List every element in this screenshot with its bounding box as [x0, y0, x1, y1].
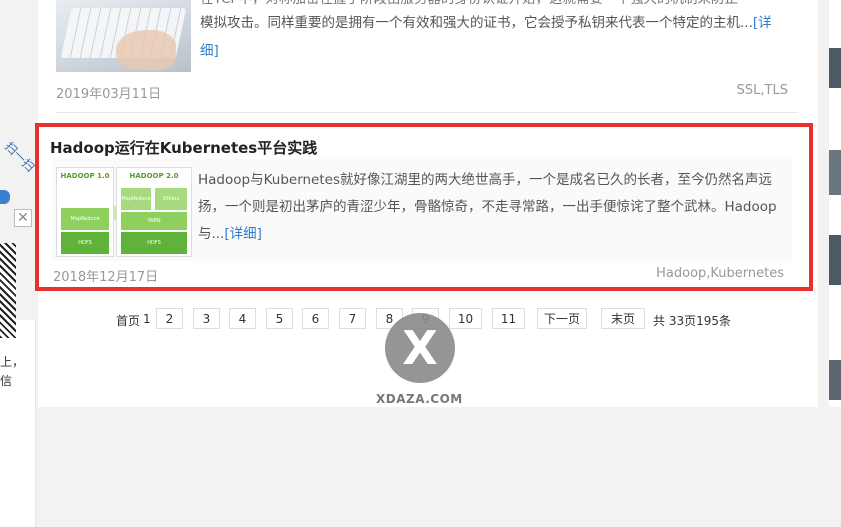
last-page-button[interactable]: 末页	[601, 308, 645, 329]
article-summary: Hadoop与Kubernetes就好像江湖里的两大绝世高手，一个是成名已久的长…	[198, 167, 784, 248]
page-link-6[interactable]: 6	[302, 308, 329, 329]
left-widget-panel	[0, 320, 36, 527]
next-page-button[interactable]: 下一页	[537, 308, 587, 329]
scan-label: 扫一扫	[1, 139, 38, 175]
hand-image	[116, 30, 176, 70]
hadoop2-header: HADOOP 2.0	[129, 172, 179, 180]
hadoop1-hdfs-block: HDFS	[61, 232, 109, 254]
hadoop1-diagram: HADOOP 1.0 MapReduce HDFS	[56, 167, 114, 257]
article-thumbnail[interactable]: HADOOP 1.0 MapReduce HDFS HADOOP 2.0 Map…	[56, 167, 192, 257]
user-icon	[0, 190, 10, 204]
prev-summary-line-3: 细]	[200, 38, 219, 65]
prev-summary-line-2: 模拟攻击。同样重要的是拥有一个有效和强大的证书，它会授予私钥来代表一个特定的主机…	[200, 10, 772, 37]
page-link-5[interactable]: 5	[266, 308, 293, 329]
read-more-link[interactable]: [详细]	[224, 226, 262, 242]
prev-article-date: 2019年03月11日	[56, 87, 162, 102]
prev-summary-text: 模拟攻击。同样重要的是拥有一个有效和强大的证书，它会授予私钥来代表一个特定的主机…	[200, 15, 753, 31]
page-link-11[interactable]: 11	[492, 308, 525, 329]
hadoop2-mapreduce-block: MapReduce	[121, 188, 151, 210]
hadoop2-hdfs-block: HDFS	[121, 232, 187, 254]
sidebar-thumb-2[interactable]	[829, 150, 841, 195]
pagination-summary: 共 33页195条	[653, 314, 731, 328]
watermark-logo: X	[385, 313, 455, 383]
qr-code-image	[0, 243, 16, 338]
watermark-glyph: X	[402, 321, 438, 375]
close-button[interactable]: ✕	[14, 209, 32, 227]
current-page: 1	[143, 312, 151, 326]
hadoop2-others-block: Others	[155, 188, 187, 210]
page-link-7[interactable]: 7	[339, 308, 366, 329]
sidebar-thumb-3[interactable]	[829, 235, 841, 285]
hadoop1-header: HADOOP 1.0	[60, 172, 110, 180]
sidebar-thumb-4[interactable]	[829, 360, 841, 400]
sidebar-thumb-1[interactable]	[829, 48, 841, 88]
article-summary-text: Hadoop与Kubernetes就好像江湖里的两大绝世高手，一个是成名已久的长…	[198, 172, 777, 242]
page-link-3[interactable]: 3	[193, 308, 220, 329]
article-title[interactable]: Hadoop运行在Kubernetes平台实践	[50, 137, 317, 158]
hadoop1-mapreduce-block: MapReduce	[61, 208, 109, 230]
left-floating-widget: 扫一扫 ✕ 上， 信	[0, 120, 38, 527]
hadoop2-yarn-block: YARN	[121, 212, 187, 230]
first-page-link[interactable]: 首页	[116, 312, 140, 329]
article-tags[interactable]: Hadoop,Kubernetes	[656, 266, 784, 281]
widget-note-1: 上，	[0, 355, 25, 369]
prev-article-thumbnail[interactable]	[56, 0, 191, 72]
prev-read-more-link-cont[interactable]: 细]	[200, 43, 219, 59]
hadoop2-diagram: HADOOP 2.0 MapReduce Others YARN HDFS	[116, 167, 192, 257]
watermark-text: XDAZA.COM	[376, 392, 463, 406]
right-sidebar	[829, 0, 841, 407]
prev-article-tags[interactable]: SSL,TLS	[737, 83, 788, 98]
article-date: 2018年12月17日	[53, 270, 159, 285]
divider	[56, 112, 798, 113]
page-link-4[interactable]: 4	[229, 308, 256, 329]
widget-note-2: 信	[0, 374, 13, 388]
article-body: HADOOP 1.0 MapReduce HDFS HADOOP 2.0 Map…	[52, 159, 792, 261]
prev-read-more-link[interactable]: [详	[753, 15, 772, 31]
highlighted-article: Hadoop运行在Kubernetes平台实践 HADOOP 1.0 MapRe…	[35, 123, 813, 291]
page-link-2[interactable]: 2	[156, 308, 183, 329]
